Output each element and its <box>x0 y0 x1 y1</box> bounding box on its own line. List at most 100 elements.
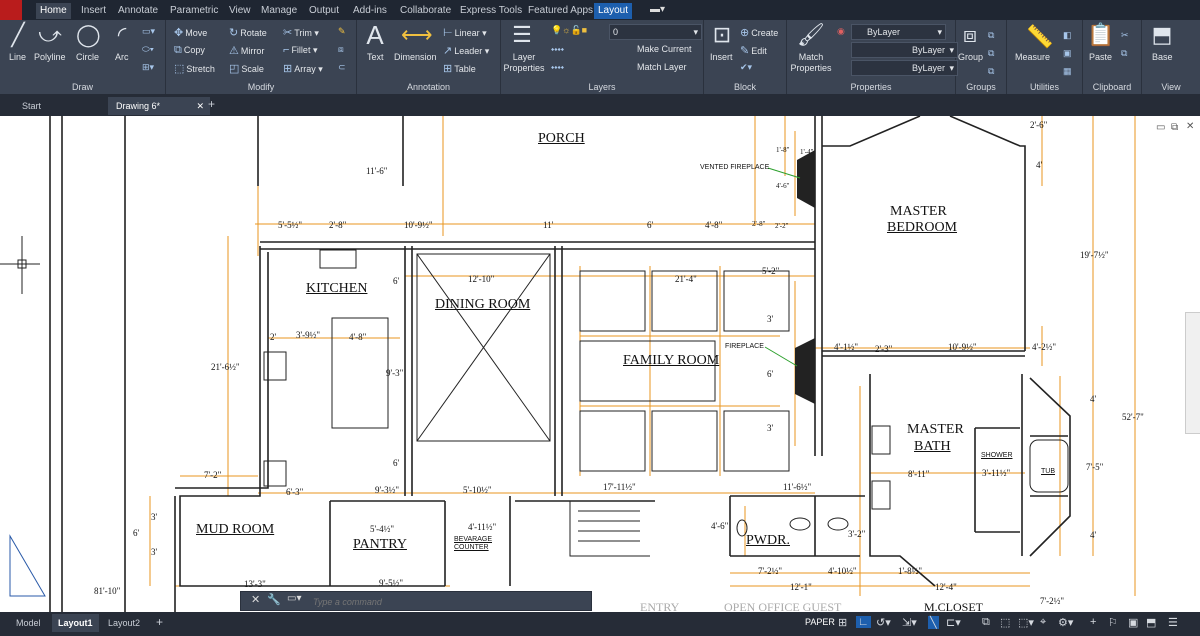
app-logo[interactable] <box>0 0 22 20</box>
circle-button[interactable]: Circle <box>76 52 99 62</box>
measure-icon[interactable]: 📏 <box>1025 24 1055 50</box>
layer-properties-button[interactable]: Layer Properties <box>503 52 545 74</box>
hatch-icon[interactable]: ⬭▾ <box>142 44 154 55</box>
layer-tools-row1[interactable]: ⬩⬩⬩⬩ <box>551 44 564 55</box>
erase-icon[interactable]: ✎ <box>338 26 346 37</box>
dimension-button[interactable]: Dimension <box>394 52 437 62</box>
hardware-icon[interactable]: ▣ <box>1128 616 1138 629</box>
layer-dropdown[interactable]: 0 ▾ <box>609 24 702 40</box>
rotate-button[interactable]: ↻ Rotate <box>229 26 267 39</box>
trim-button[interactable]: ✂ Trim ▾ <box>283 26 319 39</box>
tab-express-tools[interactable]: Express Tools <box>456 3 526 19</box>
tab-manage[interactable]: Manage <box>257 3 301 19</box>
tab-insert[interactable]: Insert <box>77 3 110 19</box>
scale-icon[interactable]: ⬚ <box>1000 616 1010 629</box>
cleanscreen-icon[interactable]: ⬒ <box>1146 616 1156 629</box>
paste-button[interactable]: Paste <box>1089 52 1112 62</box>
panel-title-block[interactable]: Block <box>704 82 786 92</box>
drawing-canvas[interactable]: PORCH KITCHEN DINING ROOM FAMILY ROOM MA… <box>0 116 1200 612</box>
navigation-bar[interactable] <box>1185 312 1200 434</box>
arc-icon[interactable]: ◜ <box>110 22 134 48</box>
create-button[interactable]: ⊕ Create <box>740 26 778 39</box>
customize-icon[interactable]: ☰ <box>1168 616 1178 629</box>
array-button[interactable]: ⊞ Array ▾ <box>283 62 323 75</box>
line-button[interactable]: Line <box>9 52 26 62</box>
offset-icon[interactable]: ⊂ <box>338 62 346 73</box>
text-icon[interactable]: A <box>363 20 387 51</box>
lock-icon[interactable]: ⬚▾ <box>1018 616 1034 629</box>
tab-parametric[interactable]: Parametric <box>166 3 222 19</box>
tab-view[interactable]: View <box>225 3 255 19</box>
stretch-button[interactable]: ⬚ Stretch <box>174 62 215 75</box>
add-layout-icon[interactable]: + <box>156 615 163 629</box>
file-tab-drawing6[interactable]: Drawing 6* ✕ <box>108 97 210 115</box>
viewport-close-icon[interactable]: ✕ <box>1186 121 1194 132</box>
panel-title-view[interactable]: View <box>1142 82 1200 92</box>
panel-title-groups[interactable]: Groups <box>956 82 1006 92</box>
close-tab-icon[interactable]: ✕ <box>196 97 204 115</box>
customize-command-icon[interactable]: 🔧 <box>267 593 281 606</box>
mirror-button[interactable]: ⚠ Mirror <box>229 44 264 57</box>
snap-icon[interactable]: ∟ <box>856 616 871 628</box>
new-tab-icon[interactable]: + <box>208 97 215 111</box>
polar-icon[interactable]: ↺▾ <box>876 616 891 629</box>
dimension-icon[interactable]: ⟷ <box>401 22 433 48</box>
lineweight-icon[interactable]: ⊏▾ <box>946 616 961 629</box>
ribbon-toggle-icon[interactable]: ▬▾ <box>650 4 665 15</box>
tab-annotate[interactable]: Annotate <box>114 3 162 19</box>
grid-icon[interactable]: ⊞ <box>838 616 847 629</box>
lineweight-dropdown[interactable]: ByLayer ▾ <box>851 60 958 76</box>
tab-model[interactable]: Model <box>10 614 47 632</box>
command-input[interactable] <box>311 593 585 610</box>
make-current-button[interactable]: Make Current <box>637 44 692 54</box>
arc-button[interactable]: Arc <box>115 52 129 62</box>
annotation-icon[interactable]: ⌖ <box>1040 616 1046 629</box>
panel-title-annotation[interactable]: Annotation <box>357 82 500 92</box>
panel-title-draw[interactable]: Draw <box>0 82 165 92</box>
polyline-icon[interactable]: ⤻ <box>38 22 62 48</box>
insert-button[interactable]: Insert <box>710 52 733 62</box>
file-tab-start[interactable]: Start <box>14 97 100 115</box>
osnap-icon[interactable]: ╲ <box>928 616 939 629</box>
polyline-button[interactable]: Polyline <box>34 52 66 62</box>
layer-tools-row2[interactable]: ⬩⬩⬩⬩ <box>551 62 564 73</box>
text-button[interactable]: Text <box>367 52 384 62</box>
viewport-icon[interactable]: ⧉ <box>982 616 990 629</box>
layer-properties-icon[interactable]: ☰ <box>509 22 535 48</box>
viewport-minimize-icon[interactable]: ▭ <box>1156 122 1165 133</box>
fillet-button[interactable]: ⌐ Fillet ▾ <box>283 44 317 56</box>
boundary-icon[interactable]: ⊞▾ <box>142 62 154 73</box>
tab-layout2[interactable]: Layout2 <box>102 614 146 632</box>
attribute-icon[interactable]: ✔▾ <box>740 62 752 73</box>
copy-button[interactable]: ⧉ Copy <box>174 44 205 57</box>
base-button[interactable]: Base <box>1152 52 1173 62</box>
leader-button[interactable]: ↗ Leader ▾ <box>443 44 489 57</box>
close-command-icon[interactable]: ✕ <box>251 593 260 606</box>
color-wheel-icon[interactable]: ◉ <box>837 26 845 37</box>
tab-output[interactable]: Output <box>305 3 343 19</box>
panel-title-modify[interactable]: Modify <box>166 82 356 92</box>
base-icon[interactable]: ⬒ <box>1150 22 1174 48</box>
group-tools-icons[interactable]: ⧉ ⧉ ⧉ <box>988 26 994 80</box>
line-icon[interactable]: ╱ <box>6 22 30 48</box>
isolate-icon[interactable]: ⚐ <box>1108 616 1118 629</box>
paste-icon[interactable]: 📋 <box>1087 22 1114 48</box>
tab-addins[interactable]: Add-ins <box>349 3 391 19</box>
plus-icon[interactable]: + <box>1090 616 1096 628</box>
panel-title-utilities[interactable]: Utilities <box>1007 82 1082 92</box>
isodraft-icon[interactable]: ⇲▾ <box>902 616 917 629</box>
linear-button[interactable]: ⊢ Linear ▾ <box>443 26 487 39</box>
recent-commands-icon[interactable]: ▭▾ <box>287 593 301 604</box>
match-properties-button[interactable]: Match Properties <box>789 52 833 74</box>
gear-icon[interactable]: ⚙▾ <box>1058 616 1073 629</box>
circle-icon[interactable]: ◯ <box>76 22 101 48</box>
color-dropdown[interactable]: ByLayer ▾ <box>851 24 946 40</box>
group-button[interactable]: Group <box>958 52 983 62</box>
measure-button[interactable]: Measure <box>1015 52 1050 62</box>
panel-title-layers[interactable]: Layers <box>501 82 703 92</box>
tab-collaborate[interactable]: Collaborate <box>396 3 455 19</box>
tab-layout1[interactable]: Layout1 <box>52 614 99 632</box>
tab-layout[interactable]: Layout <box>594 3 633 19</box>
clipboard-tools-icons[interactable]: ✂ ⧉ <box>1121 26 1129 62</box>
layer-state-icons[interactable]: 💡☼🔓■ <box>551 25 587 36</box>
